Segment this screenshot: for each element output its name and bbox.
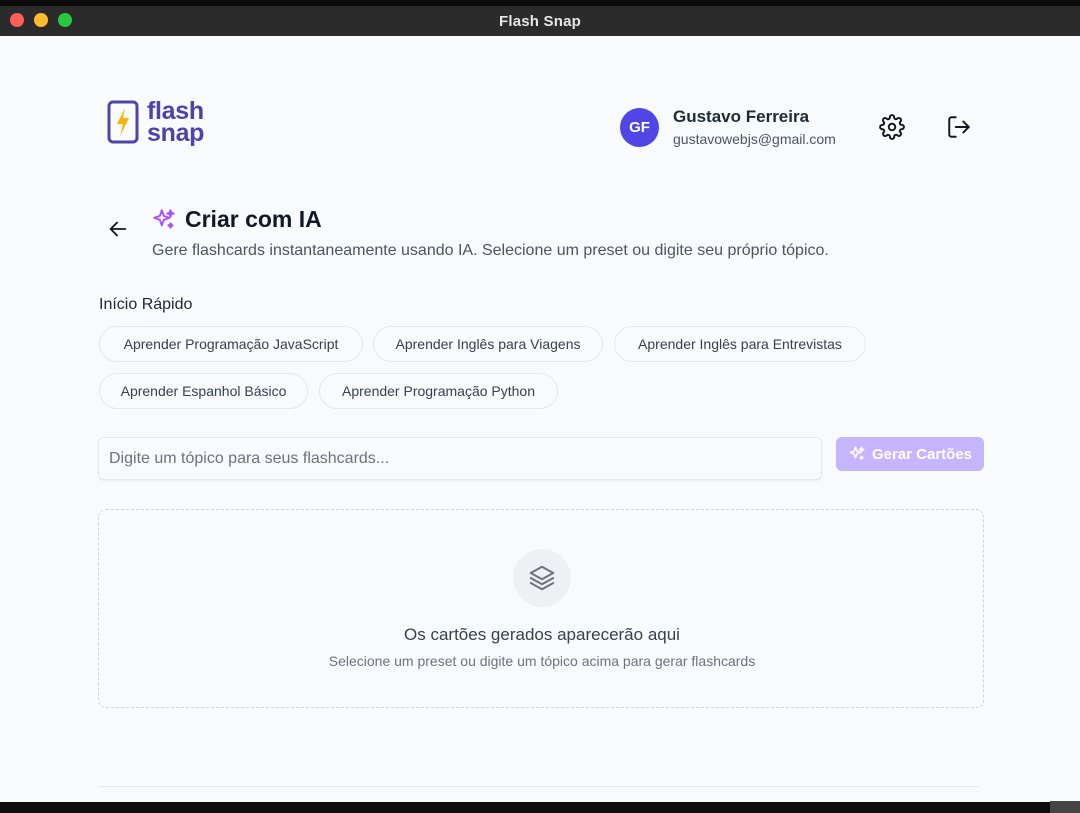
empty-state-icon-wrapper	[513, 549, 571, 607]
logo-wordmark: flash snap	[147, 99, 205, 147]
generated-cards-empty-state: Os cartões gerados aparecerão aqui Selec…	[98, 509, 984, 708]
preset-chip[interactable]: Aprender Programação JavaScript	[99, 326, 363, 362]
preset-chip[interactable]: Aprender Espanhol Básico	[99, 373, 308, 409]
empty-state-title: Os cartões gerados aparecerão aqui	[404, 625, 680, 644]
maximize-window-button[interactable]	[58, 13, 72, 27]
user-details: Gustavo Ferreira gustavowebjs@gmail.com	[673, 107, 836, 147]
layers-icon	[529, 565, 555, 591]
page-title: Criar com IA	[151, 206, 322, 233]
back-button[interactable]	[107, 218, 131, 242]
preset-chip[interactable]: Aprender Programação Python	[319, 373, 558, 409]
app-header: flash snap GF Gustavo Ferreira gustavowe…	[107, 99, 977, 154]
quick-start-label: Início Rápido	[99, 296, 193, 313]
gear-icon	[879, 114, 905, 140]
topic-input[interactable]	[98, 437, 822, 480]
page-subtitle: Gere flashcards instantaneamente usando …	[152, 242, 829, 259]
logout-button[interactable]	[944, 112, 974, 142]
settings-button[interactable]	[877, 112, 907, 142]
preset-chip[interactable]: Aprender Inglês para Viagens	[373, 326, 603, 362]
generate-cards-button[interactable]: Gerar Cartões	[836, 437, 984, 471]
user-email: gustavowebjs@gmail.com	[673, 131, 836, 147]
user-name: Gustavo Ferreira	[673, 107, 810, 126]
minimize-window-button[interactable]	[34, 13, 48, 27]
window-title: Flash Snap	[498, 12, 582, 30]
sparkles-icon	[153, 208, 175, 229]
avatar[interactable]: GF	[620, 107, 659, 147]
app-logo[interactable]: flash snap	[107, 99, 205, 147]
window-controls	[10, 13, 72, 27]
empty-state-subtitle: Selecione um preset ou digite um tópico …	[328, 653, 756, 669]
sparkles-icon	[849, 446, 865, 460]
user-info: GF Gustavo Ferreira gustavowebjs@gmail.c…	[620, 107, 836, 147]
flash-card-logo-icon	[107, 100, 139, 144]
logout-icon	[948, 116, 970, 138]
resize-corner	[1050, 801, 1080, 813]
footer-divider	[98, 786, 978, 787]
logo-text-line2: snap	[147, 119, 205, 147]
title-bar: Flash Snap	[0, 6, 1080, 36]
preset-chip[interactable]: Aprender Inglês para Entrevistas	[614, 326, 866, 362]
arrow-left-icon	[109, 221, 127, 237]
app-window: Flash Snap flash snap GF Gustavo Ferreir…	[0, 6, 1080, 802]
page-title-text: Criar com IA	[185, 206, 322, 232]
generate-cards-label: Gerar Cartões	[871, 445, 973, 463]
close-window-button[interactable]	[10, 13, 24, 27]
